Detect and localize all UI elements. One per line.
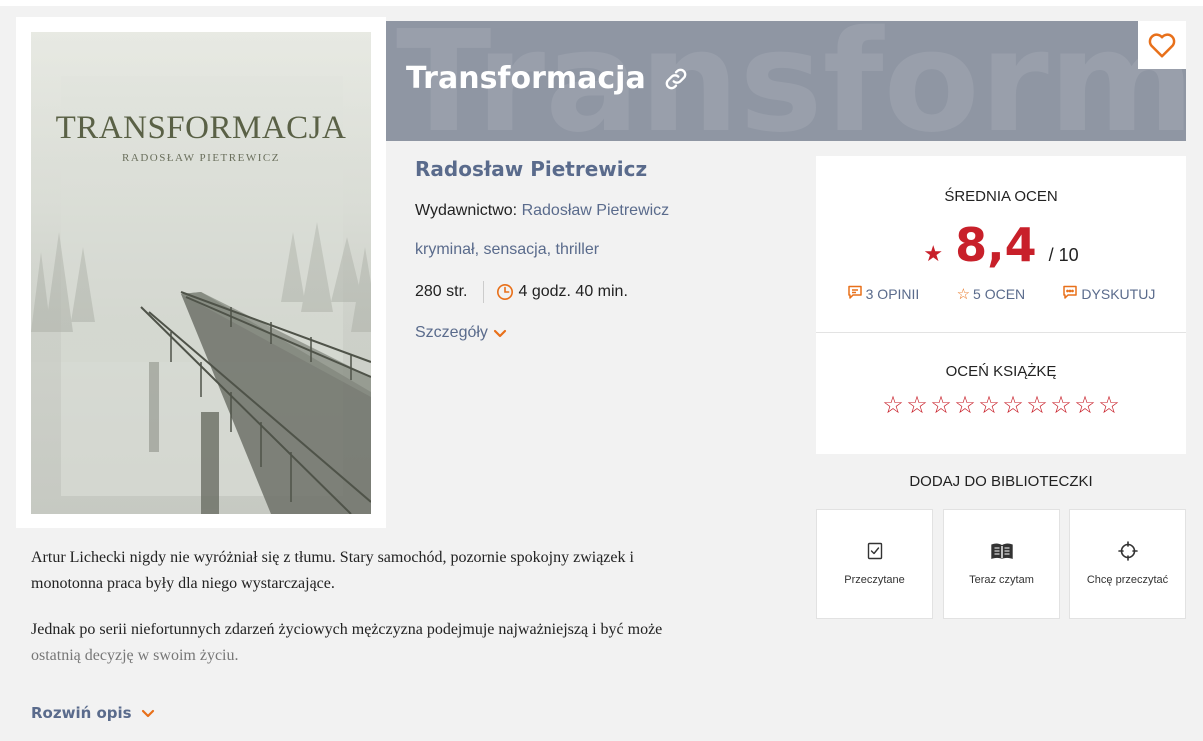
rate-star-10[interactable]: ☆ [1097, 392, 1121, 420]
page-count: 280 str. [415, 283, 468, 300]
book-cover[interactable]: TRANSFORMACJA RADOSŁAW PIETREWICZ [31, 32, 371, 514]
star-icon: ★ [923, 241, 944, 266]
average-rating-value: 8,4 [955, 218, 1037, 272]
ratings-count: 5 OCEN [973, 286, 1026, 302]
rate-stars: ☆ ☆ ☆ ☆ ☆ ☆ ☆ ☆ ☆ ☆ [816, 392, 1186, 420]
rate-star-6[interactable]: ☆ [1001, 392, 1025, 420]
description-paragraph-1: Artur Lichecki nigdy nie wyróżniał się z… [31, 545, 771, 597]
cover-author: RADOSŁAW PIETREWICZ [122, 152, 280, 164]
chevron-down-icon [141, 709, 154, 718]
link-icon[interactable] [662, 65, 690, 93]
discuss-link[interactable]: DYSKUTUJ [1062, 284, 1155, 304]
comment-icon [847, 284, 863, 304]
rate-star-9[interactable]: ☆ [1073, 392, 1097, 420]
rate-star-8[interactable]: ☆ [1049, 392, 1073, 420]
description-paragraph-2: Jednak po serii niefortunnych zdarzeń ży… [31, 617, 771, 669]
description-line: Artur Lichecki nigdy nie wyróżniał się z… [31, 549, 634, 566]
target-icon [1117, 540, 1138, 562]
read-label: Przeczytane [844, 574, 905, 586]
chevron-down-icon [493, 329, 507, 338]
read-button[interactable]: Przeczytane [816, 509, 933, 619]
average-rating-max: / 10 [1048, 245, 1079, 265]
book-open-icon [990, 540, 1013, 562]
description-line-faded: ostatnią decyzję w swoim życiu. [31, 647, 239, 664]
checkbox-icon [867, 540, 883, 562]
meta-row: 280 str. 4 godz. 40 min. [415, 280, 628, 304]
page-title: Transformacja [406, 61, 646, 96]
ratings-link[interactable]: ☆ 5 OCEN [957, 284, 1026, 304]
average-rating-row: ★ 8,4 / 10 [816, 218, 1186, 272]
average-rating-label: ŚREDNIA OCEN [944, 188, 1058, 205]
opinions-link[interactable]: 3 OPINII [847, 284, 920, 304]
rate-star-7[interactable]: ☆ [1025, 392, 1049, 420]
meta-divider [483, 281, 485, 303]
author-link[interactable]: Radosław Pietrewicz [415, 157, 647, 181]
cover-title: TRANSFORMACJA [55, 110, 347, 146]
rating-box: ŚREDNIA OCEN ★ 8,4 / 10 3 OPINII ☆ 5 OCE… [816, 156, 1186, 454]
genres-link[interactable]: kryminał, sensacja, thriller [415, 241, 599, 259]
favorite-button[interactable] [1138, 21, 1186, 69]
title-row: Transformacja [406, 61, 690, 96]
publisher-label: Wydawnictwo: [415, 202, 518, 219]
heart-icon [1148, 33, 1176, 58]
rate-star-2[interactable]: ☆ [905, 392, 929, 420]
chat-icon [1062, 284, 1078, 304]
top-divider [0, 0, 1203, 6]
reading-now-label: Teraz czytam [969, 574, 1034, 586]
description-line: Jednak po serii niefortunnych zdarzeń ży… [31, 621, 663, 638]
cover-illustration [31, 32, 371, 514]
reading-time: 4 godz. 40 min. [518, 283, 628, 300]
expand-description-button[interactable]: Rozwiń opis [31, 704, 156, 722]
library-label: DODAJ DO BIBLIOTECZKI [909, 473, 1093, 490]
rate-star-1[interactable]: ☆ [881, 392, 905, 420]
publisher-link[interactable]: Radosław Pietrewicz [522, 202, 670, 219]
rate-star-4[interactable]: ☆ [953, 392, 977, 420]
description-line: monotonna praca były dla niego wystarcza… [31, 575, 335, 592]
reading-now-button[interactable]: Teraz czytam [943, 509, 1060, 619]
clock-icon [496, 283, 514, 301]
publisher-row: Wydawnictwo: Radosław Pietrewicz [415, 202, 669, 220]
rate-star-5[interactable]: ☆ [977, 392, 1001, 420]
title-band: Transforma Transformacja [386, 21, 1186, 141]
details-toggle[interactable]: Szczegóły [415, 324, 508, 342]
star-outline-icon: ☆ [956, 286, 971, 303]
rating-stats: 3 OPINII ☆ 5 OCEN DYSKUTUJ [816, 284, 1186, 304]
discuss-label: DYSKUTUJ [1081, 286, 1156, 302]
details-label: Szczegóły [415, 324, 488, 341]
want-to-read-button[interactable]: Chcę przeczytać [1069, 509, 1186, 619]
rating-divider [816, 332, 1186, 333]
want-to-read-label: Chcę przeczytać [1086, 574, 1169, 586]
expand-description-label: Rozwiń opis [31, 704, 132, 722]
rate-book-label: OCEŃ KSIĄŻKĘ [945, 363, 1057, 380]
opinions-count: 3 OPINII [865, 286, 920, 302]
rate-star-3[interactable]: ☆ [929, 392, 953, 420]
